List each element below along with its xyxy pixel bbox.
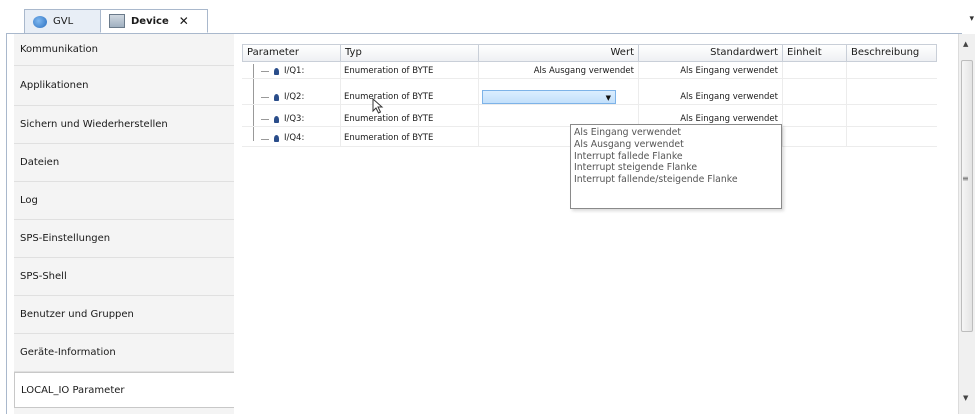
sidebar-item-label: SPS-Shell <box>20 271 67 282</box>
tab-bar: GVL Device ✕ ▾ <box>0 0 980 34</box>
sidebar-item-label: Sichern und Wiederherstellen <box>20 119 168 130</box>
typ-cell: Enumeration of BYTE <box>344 114 434 124</box>
standardwert-cell: Als Eingang verwendet <box>680 92 778 102</box>
pin-icon <box>274 67 279 75</box>
sidebar-item-label: SPS-Einstellungen <box>20 233 111 244</box>
column-header-beschreibung[interactable]: Beschreibung <box>847 45 936 61</box>
parameter-panel: Parameter Typ Wert Standardwert Einheit … <box>234 34 954 414</box>
param-cell: I/Q4: <box>270 131 340 145</box>
chevron-down-icon[interactable]: ▾ <box>969 14 974 24</box>
param-name: I/Q2: <box>284 92 305 102</box>
column-header-einheit[interactable]: Einheit <box>783 45 847 61</box>
wert-dropdown-editor[interactable]: ▼ <box>482 90 616 104</box>
typ-cell: Enumeration of BYTE <box>344 133 434 143</box>
column-header-parameter[interactable]: Parameter <box>243 45 341 61</box>
tree-connector <box>261 139 269 140</box>
sidebar-item-log[interactable]: Log <box>14 182 234 220</box>
scrollbar-thumb[interactable] <box>961 60 973 332</box>
scroll-up-icon[interactable]: ▲ <box>963 40 968 48</box>
dropdown-option[interactable]: Interrupt fallede Flanke <box>574 151 781 163</box>
sidebar-item-sps-shell[interactable]: SPS-Shell <box>14 258 234 296</box>
sidebar-item-label: Benutzer und Gruppen <box>20 309 134 320</box>
tab-gvl[interactable]: GVL <box>24 9 110 33</box>
dropdown-option[interactable]: Als Ausgang verwendet <box>574 139 781 151</box>
pin-icon <box>274 93 279 101</box>
tab-device[interactable]: Device ✕ <box>100 9 208 33</box>
sidebar-item-local-io-parameter[interactable]: LOCAL_IO Parameter <box>14 372 235 408</box>
table-row[interactable]: I/Q1: Enumeration of BYTE Als Ausgang ve… <box>242 64 937 78</box>
pin-icon <box>274 134 279 142</box>
sidebar-item-dateien[interactable]: Dateien <box>14 144 234 182</box>
sidebar-item-benutzer[interactable]: Benutzer und Gruppen <box>14 296 234 334</box>
wert-cell[interactable]: Als Ausgang verwendet <box>478 64 638 78</box>
chevron-down-icon[interactable]: ▼ <box>606 94 611 102</box>
value-dropdown-list: Als Eingang verwendet Als Ausgang verwen… <box>570 124 782 209</box>
param-name: I/Q4: <box>284 133 305 143</box>
sidebar-item-label: Kommunikation <box>20 44 99 55</box>
sidebar-item-label: LOCAL_IO Parameter <box>21 384 125 396</box>
row-divider <box>242 78 937 79</box>
param-cell: I/Q3: <box>270 112 340 126</box>
table-row[interactable]: I/Q2: Enumeration of BYTE ▼ Als Eingang … <box>242 90 937 104</box>
sidebar-item-label: Geräte-Information <box>20 347 116 358</box>
globe-icon <box>33 15 47 28</box>
dropdown-option[interactable]: Interrupt fallende/steigende Flanke <box>574 174 781 186</box>
column-header-typ[interactable]: Typ <box>341 45 479 61</box>
tree-connector <box>261 119 269 120</box>
sidebar-item-kommunikation[interactable]: Kommunikation <box>14 34 234 66</box>
tree-connector <box>261 71 269 72</box>
sidebar-item-geraete-information[interactable]: Geräte-Information <box>14 334 234 372</box>
table-header: Parameter Typ Wert Standardwert Einheit … <box>242 44 937 62</box>
param-name: I/Q3: <box>284 114 305 124</box>
sidebar-item-sps-einstellungen[interactable]: SPS-Einstellungen <box>14 220 234 258</box>
vertical-scrollbar[interactable]: ▲ ≡ ▼ <box>958 34 975 414</box>
dropdown-option[interactable]: Als Eingang verwendet <box>574 127 781 139</box>
mouse-cursor-icon <box>372 98 384 114</box>
sidebar: Kommunikation Applikationen Sichern und … <box>14 34 235 414</box>
typ-cell: Enumeration of BYTE <box>344 92 434 102</box>
tree-connector <box>261 97 269 98</box>
sidebar-item-sichern[interactable]: Sichern und Wiederherstellen <box>14 106 234 144</box>
param-name: I/Q1: <box>284 66 305 76</box>
row-divider <box>242 104 937 105</box>
column-header-standardwert[interactable]: Standardwert <box>639 45 783 61</box>
typ-cell: Enumeration of BYTE <box>344 66 434 76</box>
param-cell: I/Q2: <box>270 90 340 104</box>
column-header-wert[interactable]: Wert <box>479 45 639 61</box>
sidebar-item-label: Log <box>20 195 38 206</box>
sidebar-item-label: Dateien <box>20 157 60 168</box>
pin-icon <box>274 115 279 123</box>
tab-device-label: Device <box>131 15 169 27</box>
dropdown-option[interactable]: Interrupt steigende Flanke <box>574 162 781 174</box>
tab-gvl-label: GVL <box>53 16 74 27</box>
close-icon[interactable]: ✕ <box>179 14 189 28</box>
sidebar-item-label: Applikationen <box>20 80 89 91</box>
device-icon <box>109 14 125 28</box>
param-cell: I/Q1: <box>270 64 340 78</box>
scroll-down-icon[interactable]: ▼ <box>963 394 968 402</box>
grip-icon: ≡ <box>962 174 969 183</box>
standardwert-cell: Als Eingang verwendet <box>680 66 778 76</box>
sidebar-item-applikationen[interactable]: Applikationen <box>14 66 234 106</box>
